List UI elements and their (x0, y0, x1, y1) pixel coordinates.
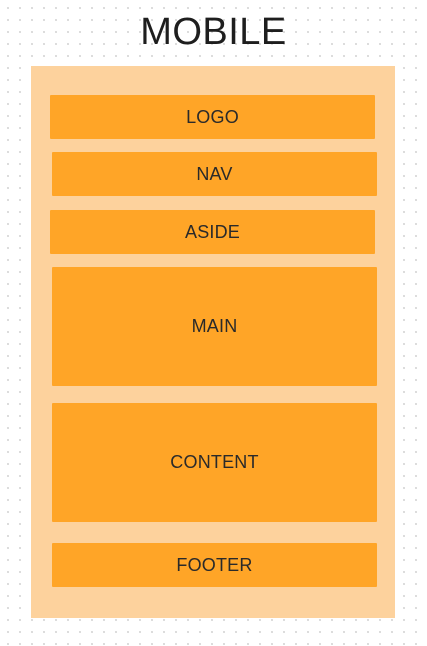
content-block-label: CONTENT (170, 452, 259, 472)
diagram-title: MOBILE (140, 11, 287, 53)
footer-block: FOOTER (52, 543, 377, 587)
nav-block: NAV (52, 152, 377, 196)
aside-block-label: ASIDE (184, 221, 241, 242)
footer-block-label: FOOTER (176, 554, 253, 575)
content-block: CONTENT (52, 403, 377, 522)
logo-block: LOGO (50, 95, 375, 139)
aside-block: ASIDE (50, 210, 375, 254)
nav-block-label: NAV (196, 163, 233, 184)
main-block: MAIN (52, 267, 377, 386)
logo-block-label: LOGO (186, 106, 239, 127)
mobile-layout-frame: LOGO NAV ASIDE MAIN CONTENT FOOTER (31, 66, 395, 618)
main-block-label: MAIN (191, 316, 238, 336)
